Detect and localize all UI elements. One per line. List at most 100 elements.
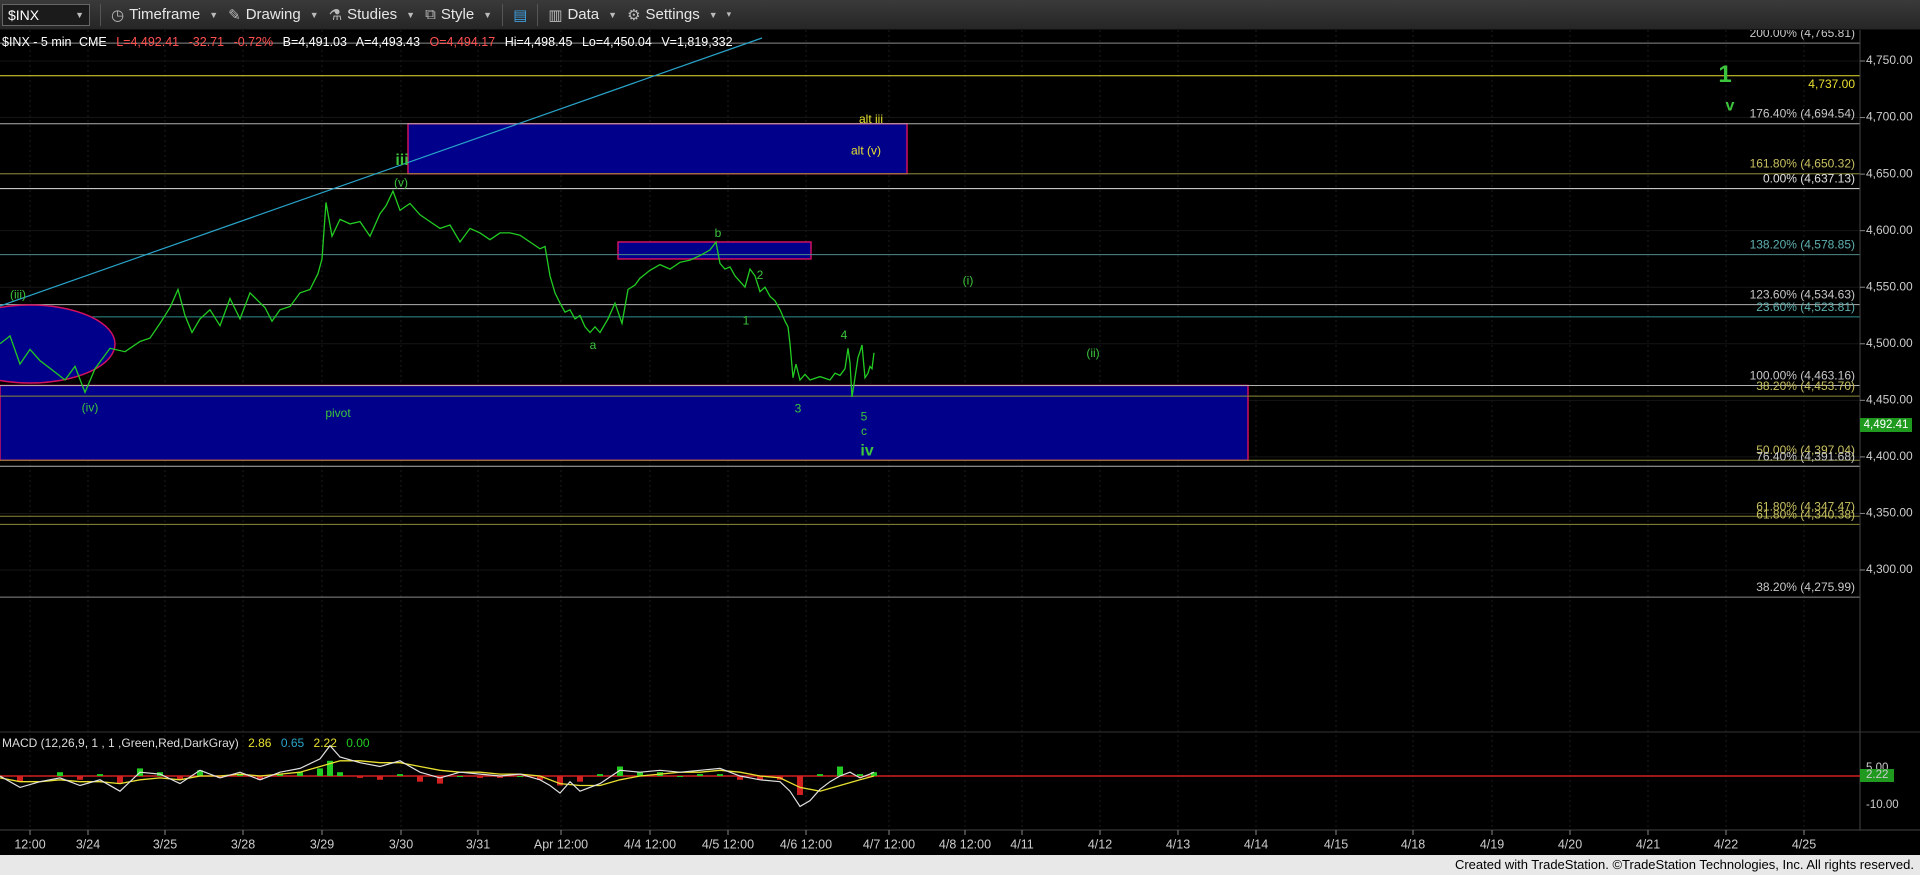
time-axis-label: 4/6 12:00	[780, 837, 832, 851]
time-axis-label: Apr 12:00	[534, 837, 588, 851]
macd-histogram-bar	[477, 776, 483, 778]
macd-histogram-bar	[397, 774, 403, 776]
fib-level-label: 38.20% (4,453.70)	[1756, 379, 1855, 393]
time-axis-label: 12:00	[14, 837, 45, 851]
layout-button[interactable]: ▤	[513, 6, 527, 24]
time-axis-label: 4/20	[1558, 837, 1582, 851]
header-last: L=4,492.41	[116, 35, 179, 49]
macd-histogram-bar	[317, 768, 323, 776]
macd-histogram-bar	[457, 776, 463, 777]
price-axis-label: 4,650.00	[1866, 166, 1913, 180]
fib-level-label: 61.80% (4,340.38)	[1756, 507, 1855, 521]
macd-histogram-bar	[97, 774, 103, 776]
toolbar-divider	[537, 3, 539, 26]
chevron-down-icon: ▼	[75, 9, 84, 20]
footer-credit: Created with TradeStation. ©TradeStation…	[0, 855, 1920, 875]
gear-icon: ⚙	[627, 6, 641, 24]
chevron-down-icon: ▼	[406, 9, 416, 20]
flask-icon: ⚗	[328, 6, 343, 24]
time-axis-label: 4/12	[1088, 837, 1112, 851]
macd-histogram-bar	[57, 772, 63, 776]
header-volume: V=1,819,332	[661, 35, 732, 49]
header-name: $INX - 5 min	[2, 35, 72, 49]
macd-histogram-bar	[337, 772, 343, 776]
wave-label: 1	[743, 313, 750, 327]
header-open: O=4,494.17	[430, 35, 496, 49]
drawing-label: Drawing	[245, 6, 301, 23]
wave-label: a	[590, 338, 597, 352]
macd-axis-label: 2.22	[1866, 769, 1888, 781]
wave-label: (v)	[394, 175, 408, 189]
time-axis-label: 3/24	[76, 837, 100, 851]
chart-toolbar: $INX ▼ ◷ Timeframe ▼ ✎ Drawing ▼ ⚗ Studi…	[0, 0, 1920, 30]
settings-label: Settings	[645, 6, 700, 23]
header-exchange: CME	[79, 35, 107, 49]
macd-histogram-bar	[117, 776, 123, 784]
wave-label: 1	[1718, 61, 1731, 88]
time-axis-label: 4/4 12:00	[624, 837, 676, 851]
time-axis-label: 4/25	[1792, 837, 1816, 851]
macd-histogram-bar	[597, 774, 603, 776]
macd-name: MACD (12,26,9, 1 , 1 ,Green,Red,DarkGray…	[2, 736, 239, 750]
macd-histogram-bar	[417, 776, 423, 782]
price-axis-label: 4,550.00	[1866, 279, 1913, 293]
timeframe-button[interactable]: ◷ Timeframe ▼	[111, 6, 218, 24]
wave-label: (iv)	[82, 400, 99, 414]
style-icon: ⧉	[425, 6, 436, 23]
time-axis-label: 3/28	[231, 837, 255, 851]
style-button[interactable]: ⧉ Style ▼	[425, 6, 492, 23]
fib-level-label: 176.40% (4,694.54)	[1750, 107, 1855, 121]
wave-label: iii	[395, 152, 408, 169]
svg-text:MACD (12,26,9, 1 , 1 ,Green,Re: MACD (12,26,9, 1 , 1 ,Green,Red,DarkGray…	[2, 736, 370, 750]
macd-histogram-bar	[817, 774, 823, 776]
layout-icon: ▤	[513, 6, 528, 24]
header-bid: B=4,491.03	[283, 35, 347, 49]
fib-zone-box	[407, 122, 908, 175]
current-price-label: 4,492.41	[1864, 419, 1909, 431]
chevron-down-icon: ▼	[309, 9, 319, 20]
fib-level-label: 23.60% (4,523.81)	[1756, 300, 1855, 314]
header-change: -32.71	[189, 35, 224, 49]
header-high: Hi=4,498.45	[505, 35, 573, 49]
macd-histogram-bar	[717, 774, 723, 776]
chevron-down-icon: ▼	[708, 9, 718, 20]
wave-label: 2	[757, 268, 764, 282]
wave-label: pivot	[325, 406, 351, 420]
wave-label: alt (v)	[851, 144, 881, 158]
price-axis-label: 4,300.00	[1866, 562, 1913, 576]
macd-histogram-bar	[857, 774, 863, 776]
macd-axis-label: -10.00	[1866, 799, 1899, 811]
price-axis-label: 4,400.00	[1866, 449, 1913, 463]
time-axis-label: 4/21	[1636, 837, 1660, 851]
time-axis-label: 4/19	[1480, 837, 1504, 851]
macd-histogram-bar	[797, 776, 803, 795]
studies-button[interactable]: ⚗ Studies ▼	[329, 6, 415, 24]
wave-label: 5	[861, 409, 868, 423]
time-axis-label: 4/15	[1324, 837, 1348, 851]
fib-level-label: 38.20% (4,275.99)	[1756, 580, 1855, 594]
macd-histogram-bar	[697, 774, 703, 776]
fib-level-label: 0.00% (4,637.13)	[1763, 172, 1855, 186]
macd-label: MACD (12,26,9, 1 , 1 ,Green,Red,DarkGray…	[2, 736, 370, 750]
macd-histogram-bar	[677, 776, 683, 777]
data-button[interactable]: ▥ Data ▼	[548, 6, 617, 24]
time-axis-label: 4/7 12:00	[863, 837, 915, 851]
macd-histogram-bar	[377, 776, 383, 780]
time-axis-label: 3/25	[153, 837, 177, 851]
price-chart[interactable]: 200.00% (4,765.81)176.40% (4,694.54)161.…	[0, 30, 1920, 855]
style-label: Style	[440, 6, 475, 23]
symbol-selector[interactable]: $INX ▼	[2, 3, 90, 26]
target-label: 4,737.00	[1808, 77, 1855, 91]
settings-button[interactable]: ⚙ Settings ▼ ▾	[627, 6, 731, 24]
chevron-down-icon: ▼	[209, 9, 219, 20]
chevron-down-icon: ▾	[726, 9, 732, 19]
wave-label: iv	[860, 442, 873, 459]
toolbar-divider	[502, 3, 504, 26]
wave-label: b	[715, 226, 722, 240]
time-axis-label: 3/30	[389, 837, 413, 851]
fib-level-label: 76.40% (4,391.68)	[1756, 449, 1855, 463]
timeframe-label: Timeframe	[129, 6, 201, 23]
drawing-button[interactable]: ✎ Drawing ▼	[228, 6, 319, 24]
macd-value-1: 2.86	[248, 736, 272, 750]
macd-value-3: 2.22	[314, 736, 338, 750]
